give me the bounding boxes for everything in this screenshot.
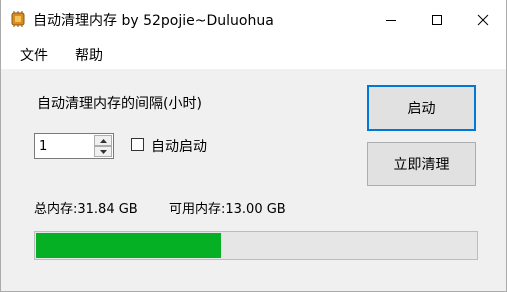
interval-input[interactable]: [37, 136, 97, 156]
total-memory-text: 总内存:31.84 GB: [34, 202, 138, 217]
autostart-label[interactable]: 自动启动: [151, 136, 207, 156]
stepper-down-button[interactable]: [94, 146, 112, 157]
close-button[interactable]: [460, 0, 506, 39]
close-icon: [477, 14, 489, 25]
menu-bar: 文件 帮助: [1, 39, 506, 69]
maximize-button[interactable]: [414, 0, 460, 39]
app-window: 自动清理内存 by 52pojie~Duluohua 文件 帮助 自动清理内存的…: [0, 0, 507, 292]
interval-label: 自动清理内存的间隔(小时): [37, 96, 202, 112]
memory-progress-fill: [36, 233, 221, 258]
stepper-up-button[interactable]: [94, 135, 112, 146]
minimize-button[interactable]: [368, 0, 414, 39]
menu-help[interactable]: 帮助: [75, 45, 103, 65]
available-memory-text: 可用内存:13.00 GB: [169, 202, 286, 217]
interval-stepper[interactable]: [34, 133, 114, 159]
arrow-up-icon: [99, 138, 107, 143]
menu-file[interactable]: 文件: [20, 45, 48, 65]
memory-progress-bar: [34, 231, 478, 260]
window-title: 自动清理内存 by 52pojie~Duluohua: [33, 13, 274, 29]
clear-now-button[interactable]: 立即清理: [367, 142, 476, 186]
arrow-down-icon: [99, 149, 107, 154]
minimize-icon: [386, 19, 396, 21]
stepper-buttons: [94, 135, 112, 157]
start-button[interactable]: 启动: [367, 85, 476, 131]
maximize-icon: [432, 14, 442, 25]
title-bar[interactable]: 自动清理内存 by 52pojie~Duluohua: [1, 0, 506, 39]
chip-icon: [11, 11, 25, 27]
autostart-checkbox[interactable]: [131, 138, 144, 151]
